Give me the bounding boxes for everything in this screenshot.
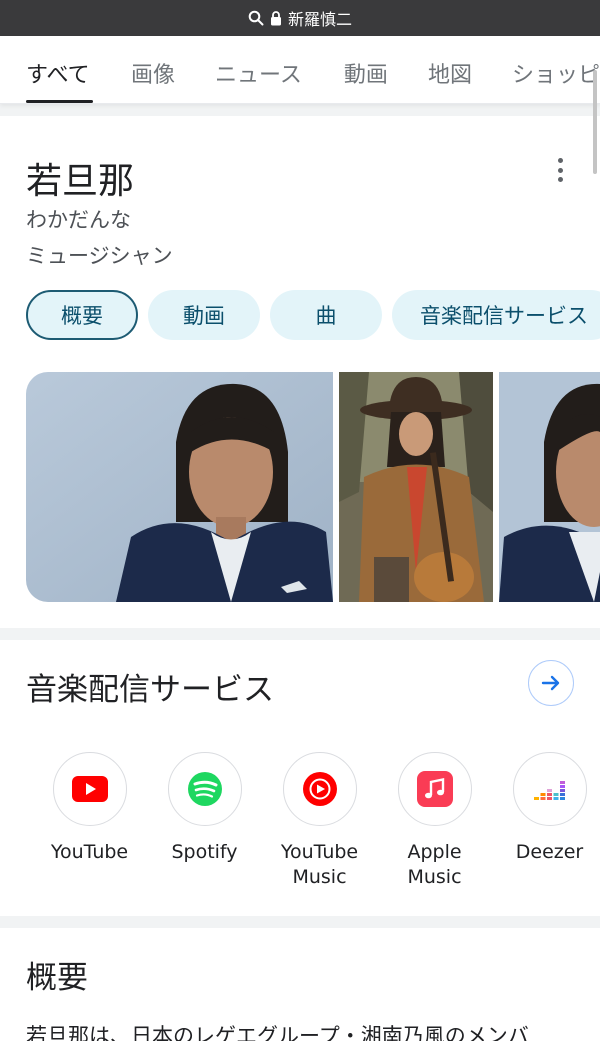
tab-all[interactable]: すべて xyxy=(26,57,93,103)
tab-videos[interactable]: 動画 xyxy=(344,57,388,103)
address-bar[interactable]: 新羅慎二 xyxy=(0,0,600,36)
arrow-right-icon xyxy=(541,675,560,691)
music-services-more-button[interactable] xyxy=(528,660,574,706)
spotify-icon xyxy=(187,772,222,806)
url-text: 新羅慎二 xyxy=(287,10,352,29)
service-label: Apple Music xyxy=(407,841,462,888)
chip-songs[interactable]: 曲 xyxy=(270,290,382,340)
chip-videos[interactable]: 動画 xyxy=(148,290,260,340)
overview-card: 概要 若旦那は、日本のレゲエグループ・湘南乃風のメンバ xyxy=(0,928,600,1041)
service-deezer[interactable]: Deezer xyxy=(492,752,600,890)
service-youtube[interactable]: YouTube xyxy=(32,752,147,890)
entity-title: 若旦那 xyxy=(26,161,135,202)
artist-photo[interactable] xyxy=(499,372,600,602)
service-spotify[interactable]: Spotify xyxy=(147,752,262,890)
lock-icon xyxy=(270,10,281,25)
image-carousel xyxy=(26,372,600,602)
artist-photo[interactable] xyxy=(339,372,493,602)
page-scrollbar[interactable] xyxy=(593,70,597,174)
entity-type: ミュージシャン xyxy=(26,244,173,268)
service-label: YouTube Music xyxy=(280,841,359,888)
artist-photo[interactable] xyxy=(26,372,333,602)
tab-maps[interactable]: 地図 xyxy=(428,57,472,103)
music-service-list: YouTube Spotify YouTube Music Apple Musi… xyxy=(32,752,600,890)
section-divider xyxy=(0,916,600,928)
service-label: Spotify xyxy=(171,841,238,863)
section-divider xyxy=(0,628,600,640)
chip-overview[interactable]: 概要 xyxy=(26,290,138,340)
tab-shopping[interactable]: ショッピ xyxy=(512,57,600,103)
apple-music-icon xyxy=(416,771,453,807)
more-options-icon[interactable] xyxy=(548,158,572,182)
music-services-title: 音楽配信サービス xyxy=(26,672,274,708)
tab-images[interactable]: 画像 xyxy=(131,57,175,103)
service-label: Deezer xyxy=(515,841,584,863)
entity-reading: わかだんな xyxy=(26,208,131,232)
service-label: YouTube xyxy=(50,841,129,863)
tab-news[interactable]: ニュース xyxy=(215,57,302,103)
chip-music-services[interactable]: 音楽配信サービス xyxy=(392,290,600,340)
deezer-icon xyxy=(533,781,565,800)
music-services-card: 音楽配信サービス YouTube Spotify YouTube Music A… xyxy=(0,640,600,916)
entity-chips: 概要 動画 曲 音楽配信サービス xyxy=(26,290,600,340)
youtube-icon xyxy=(71,776,108,802)
search-tabs: すべて 画像 ニュース 動画 地図 ショッピ xyxy=(0,36,600,104)
youtube-music-icon xyxy=(302,772,337,806)
overview-text: 若旦那は、日本のレゲエグループ・湘南乃風のメンバ xyxy=(26,1024,529,1041)
service-apple-music[interactable]: Apple Music xyxy=(377,752,492,890)
search-icon xyxy=(248,10,264,26)
knowledge-panel: 若旦那 わかだんな ミュージシャン 概要 動画 曲 音楽配信サービス xyxy=(0,116,600,628)
overview-title: 概要 xyxy=(26,960,88,996)
section-divider xyxy=(0,104,600,116)
service-youtube-music[interactable]: YouTube Music xyxy=(262,752,377,890)
